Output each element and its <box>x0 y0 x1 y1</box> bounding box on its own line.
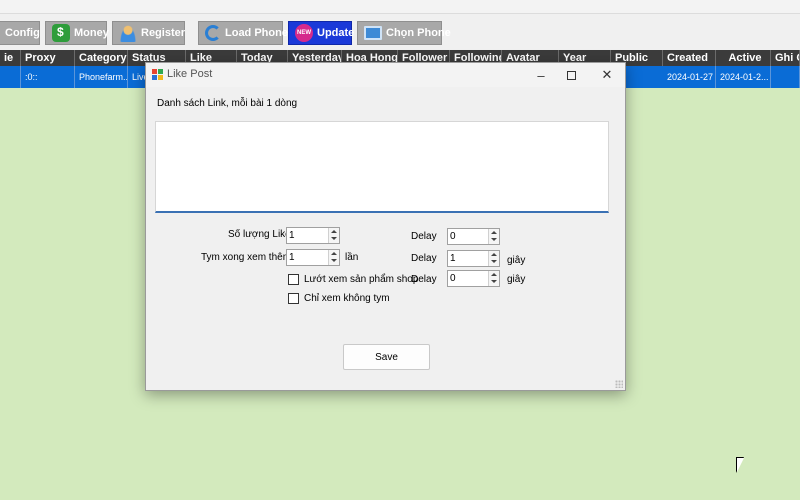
cell-created: 2024-01-27 <box>663 66 716 88</box>
monitor-icon <box>364 26 382 40</box>
spin-down-icon[interactable] <box>329 235 339 242</box>
maximize-icon <box>566 70 576 80</box>
delay-3-stepper[interactable] <box>447 270 500 287</box>
spin-up-icon[interactable] <box>329 250 339 257</box>
register-button-label: Register <box>141 27 186 39</box>
minimize-icon: – <box>537 67 545 83</box>
new-badge-icon: NEW <box>295 24 313 42</box>
checkbox-box[interactable] <box>288 293 299 304</box>
delay-1-input[interactable] <box>448 229 488 244</box>
close-icon: ✕ <box>601 67 613 82</box>
tym-unit-label: lần <box>345 252 359 263</box>
tym-input[interactable] <box>287 250 328 265</box>
links-textarea[interactable] <box>155 121 609 213</box>
cell-proxy: :0:: <box>21 66 75 88</box>
spin-down-icon[interactable] <box>489 258 499 265</box>
like-count-input[interactable] <box>287 228 328 243</box>
config-button-label: Config <box>5 27 40 39</box>
close-button[interactable]: ✕ <box>590 63 624 87</box>
maximize-button[interactable] <box>554 63 588 87</box>
dialog-title: Like Post <box>167 68 213 80</box>
like-post-dialog: Like Post – ✕ Danh sách Link, mỗi bài 1 … <box>145 62 626 391</box>
column-header-category[interactable]: Category <box>75 50 128 66</box>
spin-up-icon[interactable] <box>489 251 499 258</box>
update-button-label: Update <box>317 27 355 39</box>
column-header-proxy[interactable]: Proxy <box>21 50 75 66</box>
spin-up-icon[interactable] <box>329 228 339 235</box>
delay-label-3: Delay <box>411 274 437 285</box>
column-header-active[interactable]: Active <box>716 50 771 66</box>
spin-up-icon[interactable] <box>489 271 499 278</box>
user-icon <box>119 24 137 42</box>
refresh-icon <box>205 25 221 41</box>
update-button[interactable]: NEW Update <box>288 21 355 45</box>
minimize-button[interactable]: – <box>524 63 558 87</box>
register-button[interactable]: Register <box>112 21 185 45</box>
delay-1-stepper[interactable] <box>447 228 500 245</box>
delay-3-input[interactable] <box>448 271 488 286</box>
like-count-stepper[interactable] <box>286 227 340 244</box>
cell-category: Phonefarm... <box>75 66 128 88</box>
chon-phone-button[interactable]: Chọn Phone <box>357 21 451 45</box>
delay-label-2: Delay <box>411 253 437 264</box>
spin-down-icon[interactable] <box>489 236 499 243</box>
spin-down-icon[interactable] <box>329 257 339 264</box>
column-header[interactable]: ie <box>0 50 21 66</box>
delay-label-1: Delay <box>411 231 437 242</box>
view-only-checkbox[interactable]: Chỉ xem không tym <box>288 293 390 304</box>
like-count-arrows[interactable] <box>328 228 339 243</box>
money-icon <box>52 24 70 42</box>
view-only-label: Chỉ xem không tym <box>304 293 390 304</box>
cell-active: 2024-01-2... <box>716 66 771 88</box>
delay-2-unit-label: giây <box>507 255 526 266</box>
mouse-cursor-icon <box>736 457 744 473</box>
checkbox-box[interactable] <box>288 274 299 285</box>
load-phone-button[interactable]: Load Phone <box>198 21 288 45</box>
cell-ghi-chu <box>771 66 800 88</box>
delay-3-unit-label: giây <box>507 274 526 285</box>
load-phone-button-label: Load Phone <box>225 27 288 39</box>
app-icon <box>152 69 163 80</box>
like-count-label: Số lượng Like <box>228 229 291 240</box>
column-header-created[interactable]: Created <box>663 50 716 66</box>
shop-browse-checkbox[interactable]: Lướt xem sản phẩm shop <box>288 274 418 285</box>
toolbar: Config Money Register Load Phone NEW Upd… <box>0 14 800 50</box>
config-button[interactable]: Config <box>0 21 40 45</box>
chon-phone-button-label: Chọn Phone <box>386 27 451 39</box>
links-label: Danh sách Link, mỗi bài 1 dòng <box>157 98 298 109</box>
resize-grip-icon[interactable] <box>615 380 623 388</box>
delay-3-arrows[interactable] <box>488 271 499 286</box>
tym-arrows[interactable] <box>328 250 339 265</box>
column-header-ghi-chu[interactable]: Ghi C <box>771 50 800 66</box>
cell-status: Live <box>128 66 146 88</box>
top-strip <box>0 0 800 14</box>
delay-2-arrows[interactable] <box>488 251 499 266</box>
cell <box>0 66 21 88</box>
tym-stepper[interactable] <box>286 249 340 266</box>
tym-label: Tym xong xem thêm <box>201 252 292 263</box>
delay-2-stepper[interactable] <box>447 250 500 267</box>
shop-browse-label: Lướt xem sản phẩm shop <box>304 274 419 285</box>
money-button[interactable]: Money <box>45 21 109 45</box>
money-button-label: Money <box>74 27 109 39</box>
save-button[interactable]: Save <box>343 344 430 370</box>
dialog-titlebar[interactable]: Like Post – ✕ <box>146 63 625 87</box>
delay-1-arrows[interactable] <box>488 229 499 244</box>
delay-2-input[interactable] <box>448 251 488 266</box>
spin-up-icon[interactable] <box>489 229 499 236</box>
spin-down-icon[interactable] <box>489 278 499 285</box>
